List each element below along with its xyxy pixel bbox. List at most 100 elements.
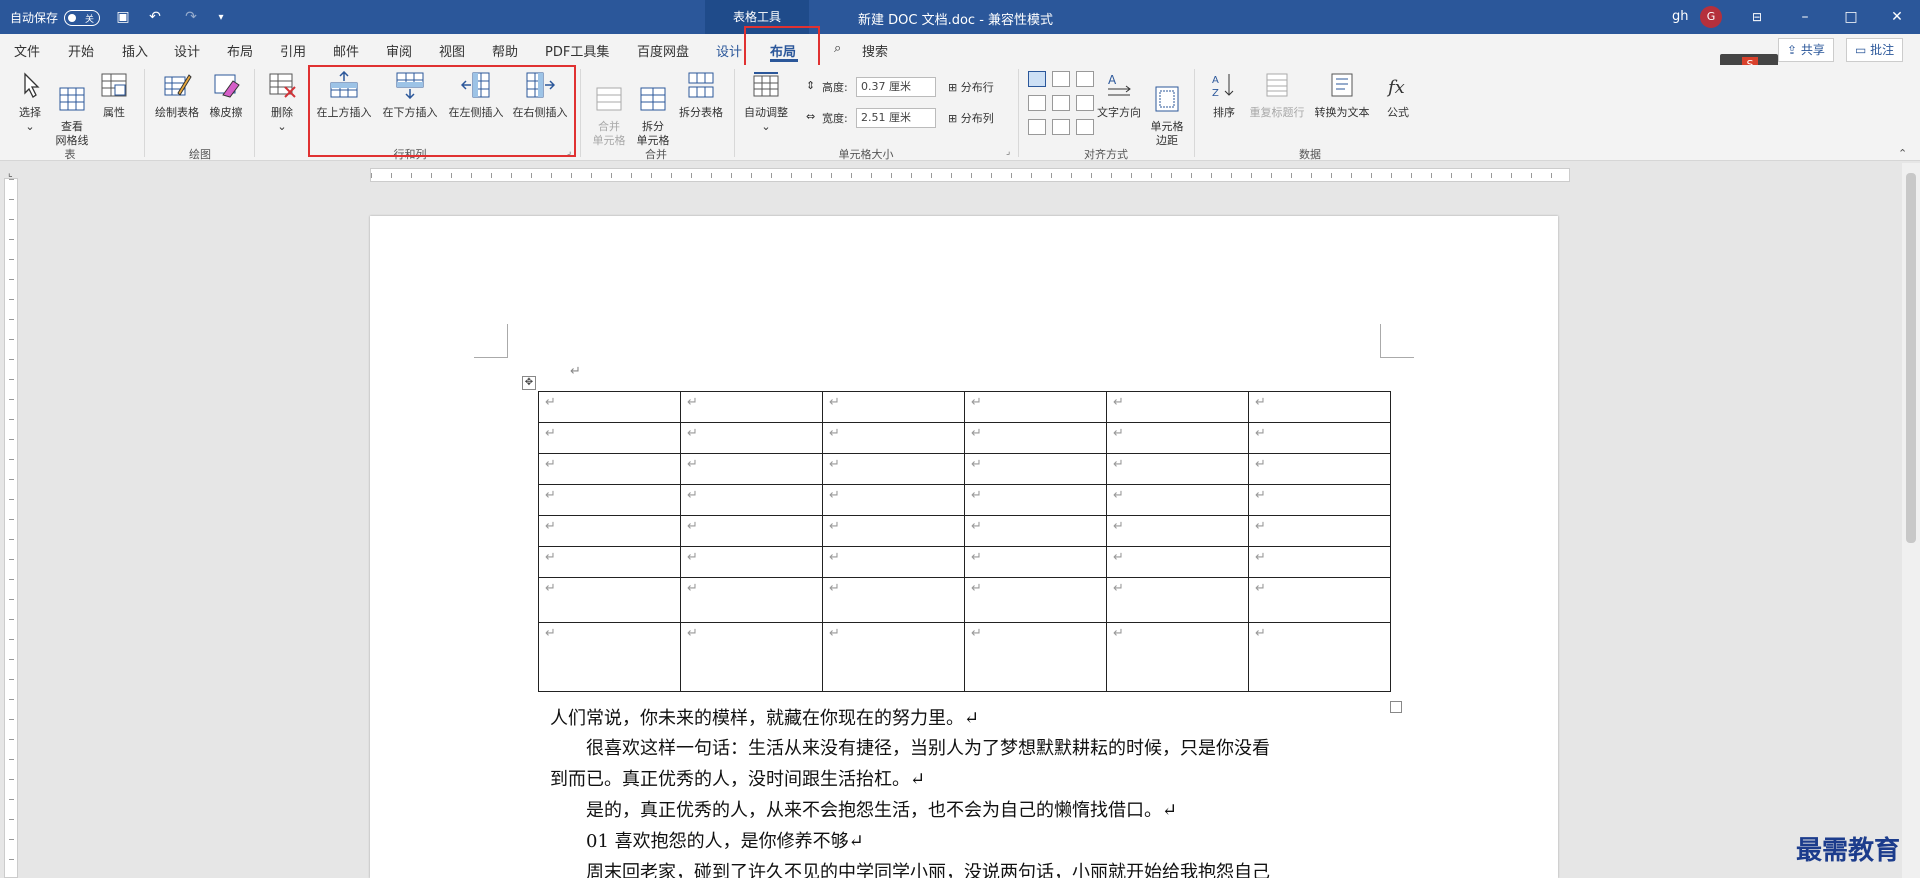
align-middle-left[interactable] [1028,95,1046,111]
table-cell[interactable]: ↵ [822,453,965,485]
tab-baidu-netdisk[interactable]: 百度网盘 [637,41,689,60]
vertical-scrollbar[interactable] [1902,163,1920,878]
toggle-switch[interactable]: 关 [64,9,101,26]
paragraph-5[interactable]: 01 喜欢抱怨的人，是你修养不够↵ [550,827,864,853]
avatar[interactable]: G [1700,6,1722,28]
table-cell[interactable]: ↵ [822,577,965,623]
tab-pdf-tools[interactable]: PDF工具集 [545,41,609,60]
table-cell[interactable]: ↵ [680,484,823,516]
text-direction-button[interactable]: A 文字方向 [1094,71,1144,120]
table-cell[interactable]: ↵ [1106,484,1249,516]
table-cell[interactable]: ↵ [964,577,1107,623]
table-cell[interactable]: ↵ [1248,391,1391,423]
align-top-center[interactable] [1052,71,1070,87]
table-cell[interactable]: ↵ [1106,391,1249,423]
align-middle-right[interactable] [1076,95,1094,111]
undo-icon[interactable]: ↶ [146,8,164,26]
table-resize-handle[interactable] [1390,701,1402,713]
tab-selector-icon[interactable]: ⌞ [8,168,13,179]
width-input[interactable]: 2.51 厘米 [856,108,936,128]
tab-layout[interactable]: 布局 [227,41,253,60]
tab-design[interactable]: 设计 [174,41,200,60]
tab-home[interactable]: 开始 [68,41,94,60]
table-cell[interactable]: ↵ [1248,484,1391,516]
search-box[interactable]: 搜索 [862,41,888,60]
table-cell[interactable]: ↵ [1106,577,1249,623]
table-cell[interactable]: ↵ [538,391,681,423]
paragraph-3[interactable]: 到而已。真正优秀的人，没时间跟生活抬杠。↵ [550,765,925,791]
table-cell[interactable]: ↵ [680,622,823,692]
ribbon-display-icon[interactable]: ⊟ [1746,6,1768,28]
tab-mailings[interactable]: 邮件 [333,41,359,60]
table-cell[interactable]: ↵ [822,422,965,454]
save-icon[interactable]: ▣ [114,8,132,26]
eraser-button[interactable]: 橡皮擦 [206,71,246,120]
scrollbar-thumb[interactable] [1906,173,1916,543]
table-cell[interactable]: ↵ [1248,453,1391,485]
table-cell[interactable]: ↵ [822,515,965,547]
table-cell[interactable]: ↵ [680,546,823,578]
table-cell[interactable]: ↵ [538,577,681,623]
comment-button[interactable]: ▭ 批注 [1846,38,1904,62]
table-cell[interactable]: ↵ [538,453,681,485]
table-cell[interactable]: ↵ [822,546,965,578]
align-top-right[interactable] [1076,71,1094,87]
cell-size-launcher-icon[interactable]: ⌟ [1006,147,1010,157]
merge-cells-button[interactable]: 合并 单元格 [588,71,630,162]
table-cell[interactable]: ↵ [1248,577,1391,623]
cell-margins-button[interactable]: 单元格 边距 [1146,71,1188,162]
table-cell[interactable]: ↵ [1106,546,1249,578]
table-cell[interactable]: ↵ [680,515,823,547]
document-table[interactable]: ↵ ↵ ↵ ↵ ↵ ↵ ↵ ↵ ↵ ↵ ↵ ↵ ↵ ↵ ↵ ↵ ↵ ↵ ↵ ↵ ↵ ↵ ↵ ↵ ↵ ↵ ↵ ↵ ↵ ↵ ↵ ↵ ↵ ↵ ↵ ↵ ↵ ↵ ↵ ↵… [538,391,1391,692]
table-cell[interactable]: ↵ [1106,515,1249,547]
draw-table-button[interactable]: 绘制表格 [150,71,204,120]
tab-table-design[interactable]: 设计 [716,41,742,60]
table-cell[interactable]: ↵ [538,422,681,454]
align-middle-center[interactable] [1052,95,1070,111]
table-cell[interactable]: ↵ [964,422,1107,454]
customize-toolbar-icon[interactable]: ▾ [212,8,230,26]
autosave-toggle[interactable]: 自动保存 关 [10,9,101,26]
paragraph-2[interactable]: 很喜欢这样一句话：生活从来没有捷径，当别人为了梦想默默耕耘的时候，只是你没看 [550,734,1270,760]
select-button[interactable]: 选择 ⌄ [12,71,48,134]
share-button[interactable]: ⇪ 共享 [1778,38,1834,62]
table-cell[interactable]: ↵ [680,577,823,623]
table-cell[interactable]: ↵ [1248,546,1391,578]
table-cell[interactable]: ↵ [680,453,823,485]
table-cell[interactable]: ↵ [822,622,965,692]
user-name[interactable]: gh [1672,9,1689,24]
search-icon[interactable]: ⌕ [834,41,841,56]
properties-button[interactable]: 属性 [96,71,132,120]
table-cell[interactable]: ↵ [822,391,965,423]
table-cell[interactable]: ↵ [680,391,823,423]
table-cell[interactable]: ↵ [538,515,681,547]
align-bottom-right[interactable] [1076,119,1094,135]
table-cell[interactable]: ↵ [1106,422,1249,454]
table-cell[interactable]: ↵ [964,484,1107,516]
distribute-cols-button[interactable]: ⊞ 分布列 [948,110,994,126]
table-cell[interactable]: ↵ [1106,453,1249,485]
table-cell[interactable]: ↵ [680,422,823,454]
formula-button[interactable]: fx 公式 [1378,71,1418,120]
redo-icon[interactable]: ↷ [182,8,200,26]
tab-file[interactable]: 文件 [14,41,40,60]
height-input[interactable]: 0.37 厘米 [856,77,936,97]
table-cell[interactable]: ↵ [964,622,1107,692]
table-cell[interactable]: ↵ [538,622,681,692]
repeat-header-button[interactable]: 重复标题行 [1246,71,1308,120]
table-cell[interactable]: ↵ [1248,422,1391,454]
table-cell[interactable]: ↵ [538,484,681,516]
table-cell[interactable]: ↵ [1248,515,1391,547]
document-page[interactable]: ↵ ✥ ↵ ↵ ↵ ↵ ↵ ↵ ↵ ↵ ↵ ↵ ↵ ↵ ↵ ↵ ↵ ↵ ↵ ↵ ↵ ↵ ↵ ↵ ↵ ↵ ↵ ↵ ↵ ↵ ↵ ↵ ↵ ↵ ↵ ↵ ↵ ↵… [370,216,1558,878]
collapse-ribbon-icon[interactable]: ⌃ [1898,147,1907,160]
table-cell[interactable]: ↵ [1106,622,1249,692]
horizontal-ruler[interactable] [370,168,1570,182]
split-table-button[interactable]: 拆分表格 [676,71,726,120]
paragraph-4[interactable]: 是的，真正优秀的人，从来不会抱怨生活，也不会为自己的懒惰找借口。↵ [550,796,1177,822]
vertical-ruler[interactable] [4,178,18,878]
table-cell[interactable]: ↵ [964,515,1107,547]
table-cell[interactable]: ↵ [964,546,1107,578]
tab-view[interactable]: 视图 [439,41,465,60]
close-icon[interactable]: ✕ [1886,6,1908,28]
align-bottom-left[interactable] [1028,119,1046,135]
